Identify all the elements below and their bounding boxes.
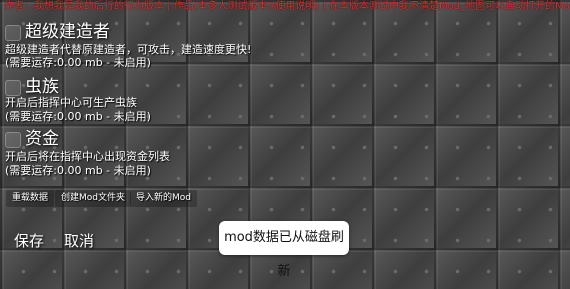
mod-description: 超级建造者代替原建造者，可攻击，建造速度更快! [5, 43, 252, 56]
save-button[interactable]: 保存 [14, 230, 44, 252]
mod-description: 开启后将在指挥中心出现资金列表 [5, 150, 170, 163]
import-mod-button[interactable]: 导入新的Mod [130, 190, 197, 207]
mod-title: 虫族 [25, 77, 59, 97]
mod-enable-toggle[interactable] [5, 132, 21, 148]
top-info-banner: 作者：我想我是我的后行的行为版本 | 作品(本多人测试版本)(使用说明) | 在… [4, 1, 570, 12]
mod-enable-toggle[interactable] [5, 25, 21, 41]
toast-message: mod数据已从磁盘刷新 [219, 221, 349, 279]
mod-status: (需要运存:0.00 mb - 未启用) [5, 56, 151, 69]
mod-description: 开启后指挥中心可生产虫族 [5, 96, 137, 109]
mod-status: (需要运存:0.00 mb - 未启用) [5, 164, 151, 177]
mod-enable-toggle[interactable] [5, 80, 21, 96]
mod-title: 资金 [25, 129, 59, 149]
mod-status: (需要运存:0.00 mb - 未启用) [5, 110, 151, 123]
mod-title: 超级建造者 [25, 22, 110, 42]
mod-item-super-builder[interactable]: 超级建造者 超级建造者代替原建造者，可攻击，建造速度更快! (需要运存:0.00… [0, 20, 570, 70]
create-mod-folder-button[interactable]: 创建Mod文件夹 [55, 190, 131, 207]
cancel-button[interactable]: 取消 [64, 230, 94, 252]
mod-item-funds[interactable]: 资金 开启后将在指挥中心出现资金列表 (需要运存:0.00 mb - 未启用) [0, 127, 570, 177]
mod-item-zerg[interactable]: 虫族 开启后指挥中心可生产虫族 (需要运存:0.00 mb - 未启用) [0, 75, 570, 125]
reload-data-button[interactable]: 重载数据 [6, 190, 55, 207]
